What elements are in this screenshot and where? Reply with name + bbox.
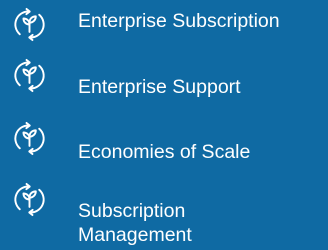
sprout-cycle-icon [11,181,48,218]
sprout-cycle-icon [11,120,48,157]
feature-label: Enterprise Support [78,76,241,98]
feature-label: Subscription Management [78,200,192,246]
sprout-cycle-icon [11,6,48,43]
feature-list: Enterprise Subscription Enterprise Suppo… [0,0,328,250]
sprout-cycle-icon [11,57,48,94]
feature-label: Enterprise Subscription [78,10,280,32]
feature-label: Economies of Scale [78,141,251,163]
